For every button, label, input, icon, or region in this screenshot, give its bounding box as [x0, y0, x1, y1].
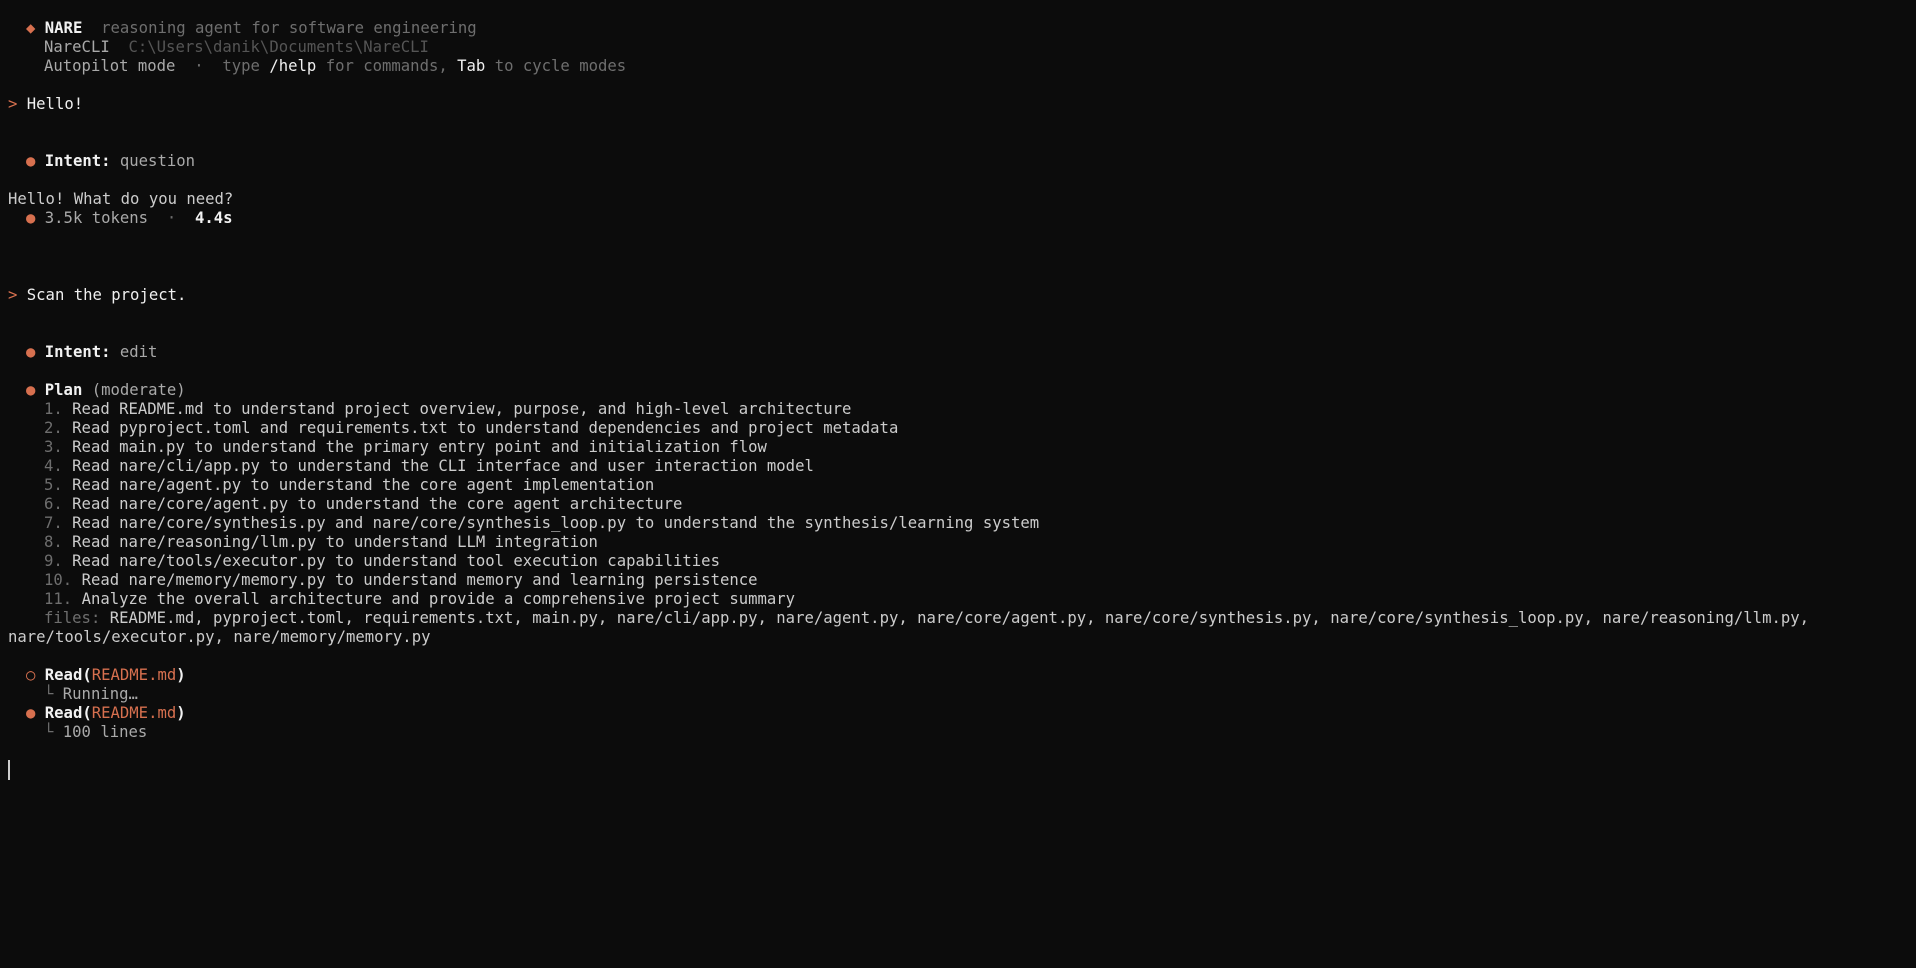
user-message: > Hello!: [8, 95, 83, 114]
prompt-icon: >: [8, 95, 18, 113]
step-number: 2.: [44, 419, 63, 437]
terminal-window[interactable]: ◆ NARE reasoning agent for software engi…: [0, 0, 1916, 968]
plan-step: 6. Read nare/core/agent.py to understand…: [44, 495, 682, 514]
project-path: C:\Users\danik\Documents\NareCLI: [128, 38, 429, 56]
header-title-line: ◆ NARE reasoning agent for software engi…: [26, 19, 477, 38]
tool-status: 100 lines: [62, 723, 148, 741]
tool-status-line: └ 100 lines: [44, 723, 147, 742]
mode-separator: ·: [194, 57, 204, 75]
user-message: > Scan the project.: [8, 286, 186, 305]
token-count: 3.5k tokens: [44, 209, 149, 227]
bullet-icon: ●: [26, 381, 36, 399]
step-text: Read nare/reasoning/llm.py to understand…: [72, 533, 598, 551]
step-number: 8.: [44, 533, 63, 551]
intent-label: Intent:: [44, 152, 111, 170]
plan-step: 8. Read nare/reasoning/llm.py to underst…: [44, 533, 598, 552]
usage-separator: ·: [166, 209, 177, 227]
step-text: Analyze the overall architecture and pro…: [81, 590, 796, 608]
text-cursor[interactable]: [8, 760, 10, 780]
tool-paren: ): [176, 666, 186, 684]
app-tagline: reasoning agent for software engineering: [101, 19, 477, 37]
plan-step: 5. Read nare/agent.py to understand the …: [44, 476, 654, 495]
step-number: 3.: [44, 438, 63, 456]
plan-files-line: files: README.md, pyproject.toml, requir…: [44, 609, 1809, 628]
diamond-icon: ◆: [26, 19, 36, 37]
tab-key: Tab: [457, 57, 486, 75]
hint-text: to cycle modes: [494, 57, 627, 75]
user-message-text: Scan the project.: [26, 286, 187, 304]
plan-step: 1. Read README.md to understand project …: [44, 400, 851, 419]
step-number: 10.: [44, 571, 73, 589]
app-name: NARE: [44, 19, 83, 37]
plan-step: 9. Read nare/tools/executor.py to unders…: [44, 552, 720, 571]
intent-value: edit: [119, 343, 158, 361]
step-text: Read nare/core/agent.py to understand th…: [72, 495, 683, 513]
assistant-reply: Hello! What do you need?: [8, 190, 234, 208]
project-name: NareCLI: [44, 38, 110, 56]
branch-icon: └: [44, 723, 54, 741]
tool-call-running: ○ Read(README.md): [26, 666, 186, 685]
step-number: 6.: [44, 495, 63, 513]
plan-step: 10. Read nare/memory/memory.py to unders…: [44, 571, 758, 590]
tool-paren: ): [176, 704, 186, 722]
step-number: 5.: [44, 476, 63, 494]
step-text: Read pyproject.toml and requirements.txt…: [72, 419, 899, 437]
plan-step: 11. Analyze the overall architecture and…: [44, 590, 795, 609]
header-project-line: NareCLI C:\Users\danik\Documents\NareCLI: [44, 38, 429, 57]
bullet-icon: ●: [26, 343, 36, 361]
step-text: Read main.py to understand the primary e…: [72, 438, 767, 456]
prompt-icon: >: [8, 286, 18, 304]
step-number: 11.: [44, 590, 73, 608]
intent-label: Intent:: [44, 343, 111, 361]
mode-label: Autopilot mode: [44, 57, 176, 75]
tool-call-done: ● Read(README.md): [26, 704, 186, 723]
running-circle-icon: ○: [26, 666, 36, 684]
intent-line: ● Intent: edit: [26, 343, 157, 362]
branch-icon: └: [44, 685, 54, 703]
plan-level: (moderate): [91, 381, 186, 399]
intent-line: ● Intent: question: [26, 152, 195, 171]
tool-status: Running…: [62, 685, 138, 703]
hint-text: type: [222, 57, 260, 75]
plan-step: 4. Read nare/cli/app.py to understand th…: [44, 457, 814, 476]
hint-text: for commands,: [325, 57, 448, 75]
intent-value: question: [119, 152, 195, 170]
step-text: Read nare/tools/executor.py to understan…: [72, 552, 720, 570]
step-number: 1.: [44, 400, 63, 418]
tool-name: Read(: [44, 666, 92, 684]
plan-files-continued: nare/tools/executor.py, nare/memory/memo…: [8, 628, 431, 646]
plan-step: 7. Read nare/core/synthesis.py and nare/…: [44, 514, 1039, 533]
tool-status-line: └ Running…: [44, 685, 138, 704]
tool-argument: README.md: [91, 704, 177, 722]
step-text: Read nare/memory/memory.py to understand…: [81, 571, 758, 589]
bullet-icon: ●: [26, 704, 36, 722]
step-text: Read nare/cli/app.py to understand the C…: [72, 457, 814, 475]
plan-header: ● Plan (moderate): [26, 381, 186, 400]
bullet-icon: ●: [26, 152, 36, 170]
step-number: 9.: [44, 552, 63, 570]
step-text: Read nare/core/synthesis.py and nare/cor…: [72, 514, 1040, 532]
step-text: Read nare/agent.py to understand the cor…: [72, 476, 655, 494]
step-number: 4.: [44, 457, 63, 475]
step-number: 7.: [44, 514, 63, 532]
plan-step: 3. Read main.py to understand the primar…: [44, 438, 767, 457]
user-message-text: Hello!: [26, 95, 84, 113]
help-command: /help: [269, 57, 317, 75]
plan-step: 2. Read pyproject.toml and requirements.…: [44, 419, 898, 438]
files-list: README.md, pyproject.toml, requirements.…: [109, 609, 1810, 627]
tool-argument: README.md: [91, 666, 177, 684]
plan-label: Plan: [44, 381, 83, 399]
files-label: files:: [44, 609, 101, 627]
header-mode-line: Autopilot mode · type /help for commands…: [44, 57, 626, 76]
tool-name: Read(: [44, 704, 92, 722]
step-text: Read README.md to understand project ove…: [72, 400, 852, 418]
elapsed-time: 4.4s: [195, 209, 233, 227]
usage-line: ● 3.5k tokens · 4.4s: [26, 209, 233, 228]
bullet-icon: ●: [26, 209, 36, 227]
